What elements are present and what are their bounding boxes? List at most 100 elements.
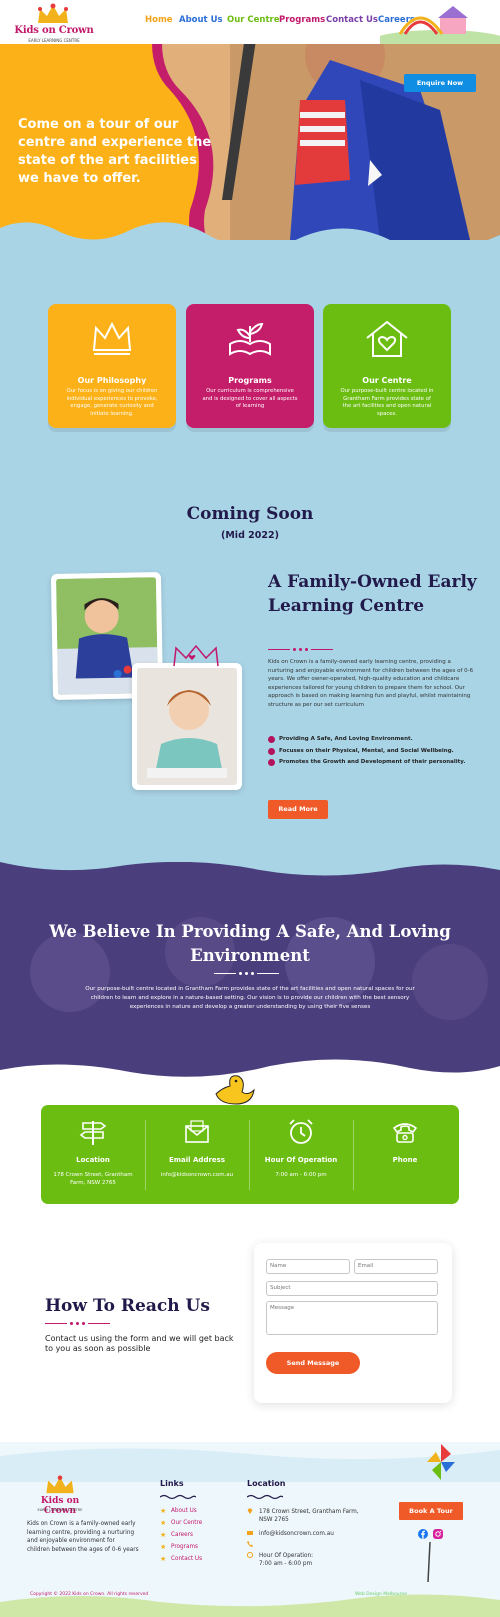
- contact-info-bar: Location 178 Crown Street, Grantham Farm…: [41, 1105, 459, 1204]
- footer-about: Kids on Crown is a family-owned early le…: [27, 1521, 139, 1553]
- wave-divider: [160, 1494, 196, 1500]
- name-field[interactable]: Name: [266, 1259, 350, 1274]
- toddler-reading-photo: [132, 663, 242, 790]
- phone-info: Phone: [353, 1105, 457, 1204]
- subject-field[interactable]: Subject: [266, 1281, 438, 1296]
- footer-link-careers[interactable]: ★ Careers: [160, 1531, 193, 1539]
- belief-heading: We Believe In Providing A Safe, And Lovi…: [49, 922, 451, 965]
- feature-item: Providing A Safe, And Loving Environment…: [268, 736, 478, 744]
- send-message-button[interactable]: Send Message: [266, 1352, 360, 1374]
- star-icon: ★: [160, 1507, 167, 1515]
- footer-email[interactable]: info@kidsoncrown.com.au: [247, 1530, 334, 1538]
- enquire-now-button[interactable]: Enquire Now: [404, 74, 476, 92]
- house-heart-icon: [366, 320, 408, 357]
- logo-name: Kids on Crown: [14, 25, 94, 36]
- crown-icon: [92, 321, 132, 355]
- logo-name: Kids on Crown: [40, 1496, 80, 1516]
- reach-us-heading: How To Reach Us: [45, 1296, 210, 1316]
- map-pin-icon: [247, 1508, 253, 1514]
- check-icon: [268, 747, 275, 755]
- playground-illustration: [380, 6, 500, 44]
- star-icon: ★: [160, 1543, 167, 1551]
- info-title: Email Address: [168, 1156, 225, 1164]
- telephone-icon: [392, 1123, 418, 1143]
- card-description: Our focus is on giving our children indi…: [66, 388, 158, 417]
- email-field[interactable]: Email: [354, 1259, 438, 1274]
- hero-heading: Come on a tour of our centre and experie…: [18, 117, 212, 186]
- designer-credit[interactable]: Web Design Melbourne: [355, 1592, 407, 1597]
- alarm-clock-icon: [289, 1119, 313, 1144]
- clock-icon: [247, 1552, 253, 1558]
- family-owned-heading: A Family-Owned Early Learning Centre: [268, 572, 477, 616]
- toddler-reading-image: [137, 668, 237, 785]
- crown-logo-icon: [46, 1475, 74, 1494]
- star-icon: ★: [160, 1531, 167, 1539]
- logo-subtitle: EARLY LEARNING CENTRE: [37, 1508, 83, 1512]
- info-title: Hour Of Operation: [264, 1156, 338, 1164]
- coming-soon-date: (Mid 2022): [221, 530, 279, 541]
- links-heading: Links: [160, 1479, 184, 1488]
- instagram-icon[interactable]: [433, 1529, 443, 1539]
- footer-address: 178 Crown Street, Grantham Farm, NSW 276…: [247, 1508, 367, 1524]
- feature-list: Providing A Safe, And Loving Environment…: [268, 736, 478, 771]
- info-title: Location: [76, 1156, 110, 1164]
- facebook-icon[interactable]: [418, 1529, 428, 1539]
- envelope-icon: [185, 1120, 209, 1143]
- card-description: Our purpose-built centre located in Gran…: [340, 388, 434, 417]
- feature-item: Focuses on their Physical, Mental, and S…: [268, 747, 478, 756]
- copyright-text: Copyright © 2022 Kids on Crown. All righ…: [30, 1592, 149, 1597]
- belief-description: Our purpose-built centre located in Gran…: [85, 986, 415, 1010]
- nav-contact-us[interactable]: Contact Us: [326, 15, 378, 25]
- heading-divider: [214, 972, 279, 975]
- info-value: 7:00 am - 6:00 pm: [275, 1172, 327, 1178]
- footer-link-our-centre[interactable]: ★ Our Centre: [160, 1519, 202, 1527]
- envelope-icon: [247, 1531, 253, 1535]
- book-icon: [229, 322, 271, 356]
- check-icon: [268, 759, 275, 766]
- star-icon: ★: [160, 1555, 167, 1563]
- star-icon: ★: [160, 1519, 167, 1527]
- feature-item: Promotes the Growth and Development of t…: [268, 759, 478, 767]
- footer-link-programs[interactable]: ★ Programs: [160, 1543, 198, 1551]
- crown-logo-icon: [38, 3, 68, 23]
- pinwheel-icon: [427, 1444, 455, 1480]
- our-centre-card[interactable]: Our Centre Our purpose-built centre loca…: [323, 304, 451, 428]
- heading-divider: [268, 648, 333, 651]
- nav-home[interactable]: Home: [145, 15, 173, 25]
- info-value: 178 Crown Street, Grantham Farm, NSW 276…: [53, 1172, 133, 1186]
- footer-logo[interactable]: Kids on Crown EARLY LEARNING CENTRE: [26, 1475, 94, 1516]
- coming-soon-heading: Coming Soon: [186, 504, 314, 524]
- duck-icon: [215, 1075, 255, 1105]
- check-icon: [268, 736, 275, 743]
- wave-divider: [247, 1494, 283, 1500]
- card-title: Programs: [228, 376, 272, 385]
- card-title: Our Centre: [362, 376, 412, 385]
- site-logo[interactable]: Kids on Crown EARLY LEARNING CENTRE: [14, 3, 94, 43]
- info-title: Phone: [392, 1156, 418, 1164]
- location-heading: Location: [247, 1479, 286, 1488]
- location-info: Location 178 Crown Street, Grantham Farm…: [41, 1105, 145, 1204]
- reach-us-description: Contact us using the form and we will ge…: [45, 1334, 234, 1353]
- footer-link-contact-us[interactable]: ★ Contact Us: [160, 1555, 202, 1563]
- signpost-icon: [79, 1121, 107, 1145]
- nav-programs[interactable]: Programs: [279, 15, 325, 25]
- heading-divider: [45, 1322, 110, 1325]
- read-more-button[interactable]: Read More: [268, 800, 328, 819]
- message-field[interactable]: Message: [266, 1301, 438, 1335]
- card-description: Our curriculum is comprehensive and is d…: [202, 388, 298, 409]
- logo-subtitle: EARLY LEARNING CENTRE: [28, 38, 80, 43]
- info-value[interactable]: info@kidsoncrown.com.au: [149, 1171, 245, 1179]
- programs-card[interactable]: Programs Our curriculum is comprehensive…: [186, 304, 314, 428]
- nav-our-centre[interactable]: Our Centre: [227, 15, 280, 25]
- site-header: Kids on Crown EARLY LEARNING CENTRE Home…: [0, 0, 500, 44]
- doodle-crown-icon: [173, 644, 219, 667]
- phone-icon: [247, 1541, 253, 1547]
- philosophy-card[interactable]: Our Philosophy Our focus is on giving ou…: [48, 304, 176, 428]
- footer-link-about-us[interactable]: ★ About Us: [160, 1507, 197, 1515]
- hours-info: Hour Of Operation 7:00 am - 6:00 pm: [249, 1105, 353, 1204]
- email-info: Email Address info@kidsoncrown.com.au: [145, 1105, 249, 1204]
- footer-hours: Hour Of Operation: 7:00 am - 6:00 pm: [247, 1552, 313, 1568]
- card-title: Our Philosophy: [77, 376, 147, 385]
- nav-about-us[interactable]: About Us: [179, 15, 223, 25]
- book-a-tour-button[interactable]: Book A Tour: [399, 1502, 463, 1520]
